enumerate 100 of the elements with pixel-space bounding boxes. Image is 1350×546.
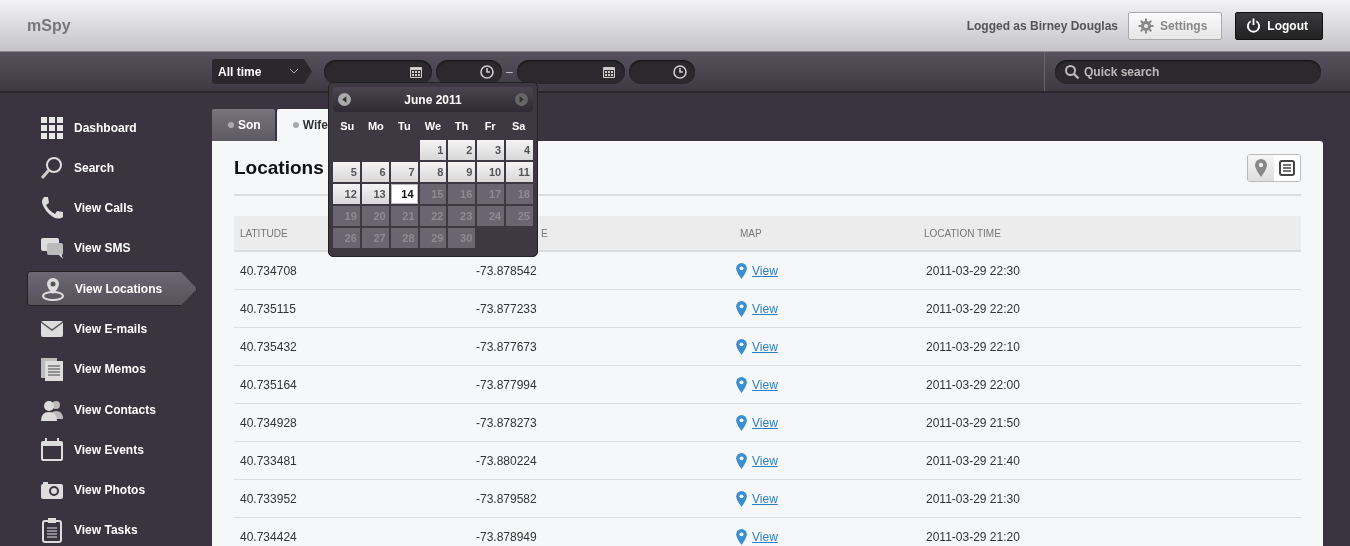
table-cell-text: 2011-03-29 21:50: [926, 415, 1021, 430]
table-cell-text: 40.734928: [239, 415, 298, 430]
calendar-day[interactable]: 7: [390, 162, 418, 182]
settings-button[interactable]: Settings: [1128, 11, 1223, 40]
table-cell-text: 2011-03-29 22:20: [926, 301, 1021, 316]
power-icon: [1246, 18, 1262, 33]
calendar-day[interactable]: 8: [419, 162, 447, 182]
date-to-field[interactable]: [516, 59, 625, 84]
sidebar-item[interactable]: Search: [27, 150, 197, 186]
quick-search-field[interactable]: Quick search: [1055, 59, 1321, 84]
calendar-day[interactable]: 3: [477, 140, 505, 160]
calendar-icon: [601, 64, 616, 79]
map-pin-icon: [736, 338, 747, 355]
table-cell-text: -73.877994: [476, 377, 538, 392]
table-cell-text: 40.734424: [239, 529, 298, 544]
sidebar-item[interactable]: View Calls: [27, 190, 197, 226]
sidebar-item[interactable]: View Contacts: [27, 391, 197, 428]
view-map-link[interactable]: View: [752, 491, 778, 506]
calendar-day[interactable]: 12: [333, 184, 360, 204]
tab[interactable]: Son: [212, 109, 275, 141]
calendar-icon: [409, 64, 423, 79]
calendar-day[interactable]: 4: [506, 140, 533, 160]
view-map-link[interactable]: View: [752, 415, 778, 430]
grid-icon: [39, 114, 65, 141]
weekday-label: Fr: [483, 120, 497, 132]
logout-button[interactable]: Logout: [1235, 11, 1323, 40]
table-cell-text: 40.735164: [239, 377, 298, 392]
table-cell-text: -73.879582: [476, 491, 538, 506]
calendar-day[interactable]: 11: [506, 162, 533, 182]
map-pin-icon: [736, 376, 747, 393]
clock-icon: [480, 64, 494, 79]
weekday-label: Mo: [366, 120, 385, 132]
sidebar-item[interactable]: View SMS: [27, 230, 197, 267]
column-header: E: [541, 228, 548, 239]
weekday-label: We: [423, 120, 443, 132]
gear-icon: [1138, 17, 1154, 34]
view-map-link[interactable]: View: [752, 377, 778, 392]
sidebar-item[interactable]: View Events: [27, 432, 197, 468]
logged-in-user: Logged as Birney Douglas: [966, 18, 1118, 33]
calendar-day[interactable]: 2: [448, 140, 476, 160]
date-from-field[interactable]: [324, 59, 432, 84]
time-to-field[interactable]: [628, 59, 695, 84]
time-from-field[interactable]: [436, 59, 502, 84]
table-cell-text: 2011-03-29 21:30: [926, 491, 1021, 506]
calendar-day[interactable]: 5: [333, 162, 360, 182]
view-map-link[interactable]: View: [752, 453, 778, 468]
calendar-day[interactable]: 14: [390, 184, 418, 204]
table-cell-text: -73.878949: [476, 529, 538, 544]
previous-month-icon[interactable]: [338, 93, 351, 106]
list-icon: [1279, 159, 1295, 176]
view-map-link[interactable]: View: [752, 301, 778, 316]
map-pin-icon: [736, 262, 747, 279]
range-dropdown[interactable]: All time: [212, 59, 312, 84]
table-cell-text: 2011-03-29 21:20: [926, 529, 1021, 544]
search-icon: [1064, 63, 1080, 80]
calendar-day[interactable]: 13: [361, 184, 389, 204]
sidebar-item[interactable]: Dashboard: [27, 110, 197, 146]
location-pin-icon: [40, 275, 66, 302]
view-map-link[interactable]: View: [752, 529, 778, 544]
page-title: Locations: [234, 156, 324, 179]
map-pin-icon: [736, 300, 747, 317]
table-cell-text: 40.734708: [239, 263, 298, 278]
weekday-label: Th: [453, 120, 470, 132]
sidebar-item[interactable]: View Locations: [27, 271, 197, 307]
table-cell-text: 40.735115: [239, 301, 297, 316]
sidebar-item[interactable]: View Memos: [27, 351, 197, 387]
weekday-label: Tu: [397, 120, 412, 132]
column-header: LATITUDE: [240, 228, 288, 239]
table-cell-text: 40.735432: [239, 339, 298, 354]
sidebar-item[interactable]: View E-mails: [27, 311, 197, 347]
table-cell-text: 2011-03-29 22:30: [926, 263, 1021, 278]
list-view-button[interactable]: [1274, 154, 1300, 181]
clock-icon: [672, 64, 687, 79]
search-icon: [39, 154, 65, 181]
calendar-day[interactable]: 9: [448, 162, 476, 182]
table-cell-text: 2011-03-29 22:10: [926, 339, 1021, 354]
column-header: LOCATION TIME: [924, 228, 1001, 239]
calendar-day[interactable]: 1: [419, 140, 447, 160]
table-cell-text: -73.878273: [476, 415, 538, 430]
table-cell-text: 40.733952: [239, 491, 298, 506]
document-icon: [39, 356, 65, 383]
table-cell-text: 40.733481: [239, 453, 298, 468]
clipboard-icon: [39, 517, 65, 544]
caret-icon: [290, 69, 298, 74]
table-cell-text: 2011-03-29 22:00: [926, 377, 1021, 392]
view-map-link[interactable]: View: [752, 263, 778, 278]
table-cell-text: -73.877233: [476, 301, 538, 316]
weekday-label: Su: [339, 120, 356, 132]
map-pin-icon: [736, 414, 747, 431]
calendar-day[interactable]: 10: [477, 162, 505, 182]
view-map-link[interactable]: View: [752, 339, 778, 354]
month-title: June 2011: [404, 92, 462, 107]
range-separator: –: [506, 64, 513, 79]
calendar-icon: [39, 436, 65, 463]
column-header: MAP: [740, 227, 762, 239]
sidebar-item[interactable]: View Tasks: [27, 512, 197, 546]
logo: mSpy: [27, 16, 71, 35]
table-cell-text: -73.880224: [476, 453, 538, 468]
sidebar-item[interactable]: View Photos: [27, 472, 197, 508]
calendar-day[interactable]: 6: [361, 162, 389, 182]
